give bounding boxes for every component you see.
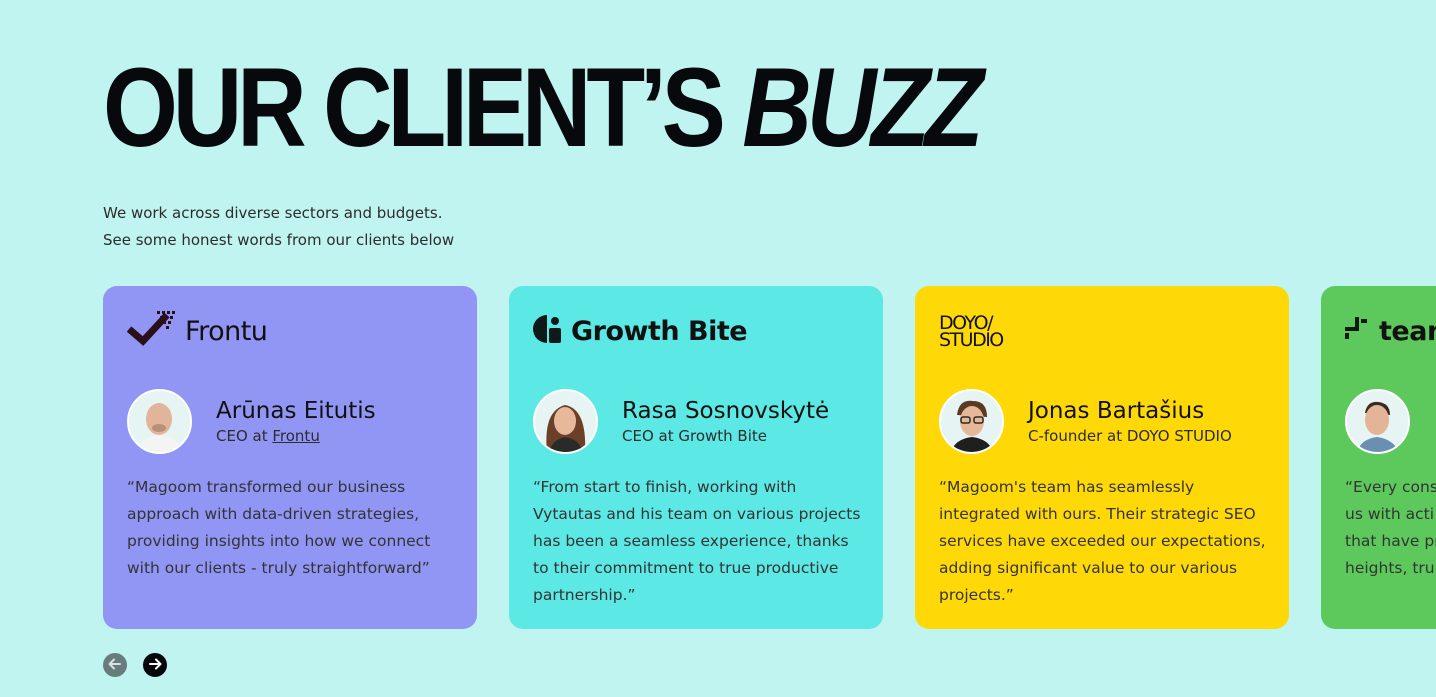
carousel-next-button[interactable] <box>143 653 167 677</box>
client-name: Rasa Sosnovskytė <box>622 398 830 424</box>
company-logo-team: tean <box>1345 308 1436 354</box>
arrow-right-icon <box>148 656 162 675</box>
quote-line: Vytautas and his team on various project… <box>533 505 861 523</box>
testimonial-card-team: tean “Every cons us with <box>1321 286 1436 629</box>
testimonial-card-doyo-studio: DOYO/ STUDIO Jonas Bartašius C-founder a… <box>915 286 1289 629</box>
client-role-prefix: CEO at <box>216 427 273 445</box>
carousel-prev-button[interactable] <box>103 653 127 677</box>
quote-line: that have pr <box>1345 532 1436 550</box>
carousel-track: Frontu Arūnas Eitutis CEO at Frontu “Mag… <box>103 286 1436 629</box>
quote-line: projects.” <box>939 586 1014 604</box>
carousel-navigation <box>103 653 167 677</box>
quote-line: us with acti <box>1345 505 1435 523</box>
team-logo-icon <box>1345 317 1369 345</box>
company-logo-growth-bite: Growth Bite <box>533 308 859 354</box>
quote-line: providing insights into how we connect <box>127 532 431 550</box>
team-logo-text: tean <box>1379 315 1436 347</box>
testimonial-quote: “Magoom transformed our business approac… <box>127 474 453 582</box>
quote-line: “From start to finish, working with <box>533 478 797 496</box>
avatar <box>1345 388 1410 454</box>
subtitle-line-1: We work across diverse sectors and budge… <box>103 204 443 222</box>
testimonial-quote: “From start to finish, working with Vyta… <box>533 474 861 609</box>
client-role: CEO at Growth Bite <box>622 427 767 445</box>
company-logo-frontu: Frontu <box>126 308 453 354</box>
testimonial-card-frontu: Frontu Arūnas Eitutis CEO at Frontu “Mag… <box>103 286 477 629</box>
quote-line: services have exceeded our expectations, <box>939 532 1266 550</box>
frontu-logo-text: Frontu <box>185 315 268 347</box>
section-subtitle: We work across diverse sectors and budge… <box>103 200 454 254</box>
quote-line: “Magoom's team has seamlessly <box>939 478 1195 496</box>
arrow-left-icon <box>108 656 122 675</box>
page-title: OUR CLIENT’S BUZZ <box>103 52 984 164</box>
client-info: Arūnas Eitutis CEO at Frontu <box>127 388 453 454</box>
quote-line: approach with data-driven strategies, <box>127 505 420 523</box>
testimonial-quote: “Magoom's team has seamlessly integrated… <box>939 474 1266 609</box>
quote-line: partnership.” <box>533 586 636 604</box>
client-role: CEO at Frontu <box>216 426 376 446</box>
avatar <box>939 388 1004 454</box>
avatar <box>127 388 192 454</box>
client-role: C-founder at DOYO STUDIO <box>1028 427 1232 445</box>
quote-line: heights, trul <box>1345 559 1436 577</box>
client-info: Jonas Bartašius C-founder at DOYO STUDIO <box>939 388 1265 454</box>
quote-line: adding significant value to our various <box>939 559 1238 577</box>
subtitle-line-2: See some honest words from our clients b… <box>103 231 455 249</box>
client-name: Arūnas Eitutis <box>216 398 376 424</box>
doyo-logo-line-2: STUDIO <box>939 329 1004 351</box>
title-main: OUR CLIENT’S <box>103 45 743 170</box>
title-accent: BUZZ <box>742 45 983 170</box>
testimonial-card-growth-bite: Growth Bite Rasa Sosnovskytė CEO at Grow… <box>509 286 883 629</box>
growth-bite-logo-text: Growth Bite <box>571 315 748 347</box>
testimonial-quote: “Every cons us with acti that have pr he… <box>1345 474 1436 582</box>
quote-line: to their commitment to true productive <box>533 559 839 577</box>
testimonial-carousel: Frontu Arūnas Eitutis CEO at Frontu “Mag… <box>103 286 1436 629</box>
frontu-check-icon <box>126 309 175 353</box>
growth-bite-icon <box>533 315 561 347</box>
company-logo-doyo-studio: DOYO/ STUDIO <box>939 308 1265 354</box>
client-info: Rasa Sosnovskytė CEO at Growth Bite <box>533 388 859 454</box>
avatar <box>533 388 598 454</box>
quote-line: “Every cons <box>1345 478 1436 496</box>
quote-line: integrated with ours. Their strategic SE… <box>939 505 1256 523</box>
company-link[interactable]: Frontu <box>272 427 319 445</box>
quote-line: has been a seamless experience, thanks <box>533 532 849 550</box>
quote-line: “Magoom transformed our business <box>127 478 406 496</box>
client-info <box>1345 388 1436 454</box>
quote-line: with our clients - truly straightforward… <box>127 559 430 577</box>
client-name: Jonas Bartašius <box>1028 398 1205 424</box>
